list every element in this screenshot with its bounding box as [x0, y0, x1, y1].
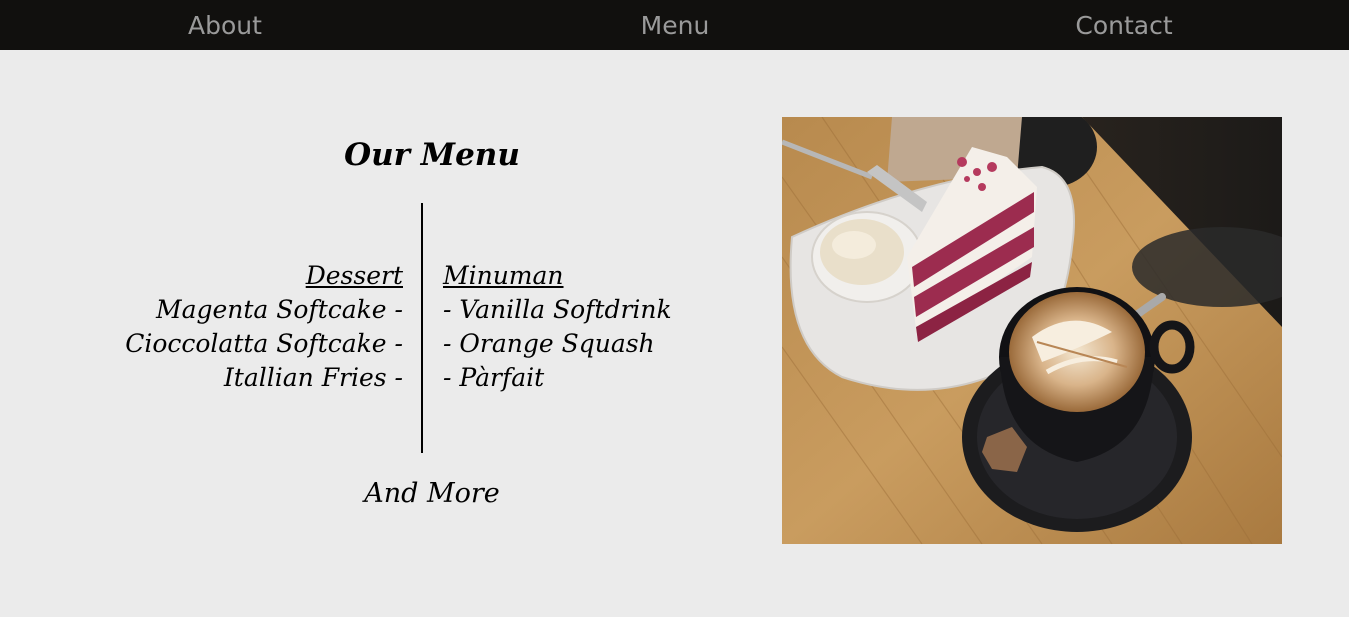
nav-link-contact[interactable]: Contact: [1024, 0, 1224, 50]
dessert-column: Dessert Magenta Softcake - Cioccolatta S…: [60, 259, 403, 395]
drinks-item: - Vanilla Softdrink: [443, 295, 672, 324]
and-more-text: And More: [364, 478, 500, 509]
dessert-item: Magenta Softcake -: [155, 295, 403, 324]
nav-link-menu[interactable]: Menu: [575, 0, 775, 50]
drinks-item: - Pàrfait: [443, 363, 545, 392]
drinks-heading: Minuman: [443, 261, 564, 290]
dessert-item: Cioccolatta Softcake -: [125, 329, 403, 358]
nav-link-about[interactable]: About: [125, 0, 325, 50]
top-navigation-bar: About Menu Contact: [0, 0, 1349, 50]
dessert-item: Itallian Fries -: [223, 363, 403, 392]
drinks-item: - Orange Squash: [443, 329, 655, 358]
menu-title: Our Menu: [344, 137, 520, 173]
cake-and-coffee-photo: [782, 117, 1282, 544]
dessert-heading: Dessert: [305, 261, 403, 290]
drinks-column: Minuman - Vanilla Softdrink - Orange Squ…: [443, 259, 763, 395]
column-divider: [421, 203, 423, 453]
